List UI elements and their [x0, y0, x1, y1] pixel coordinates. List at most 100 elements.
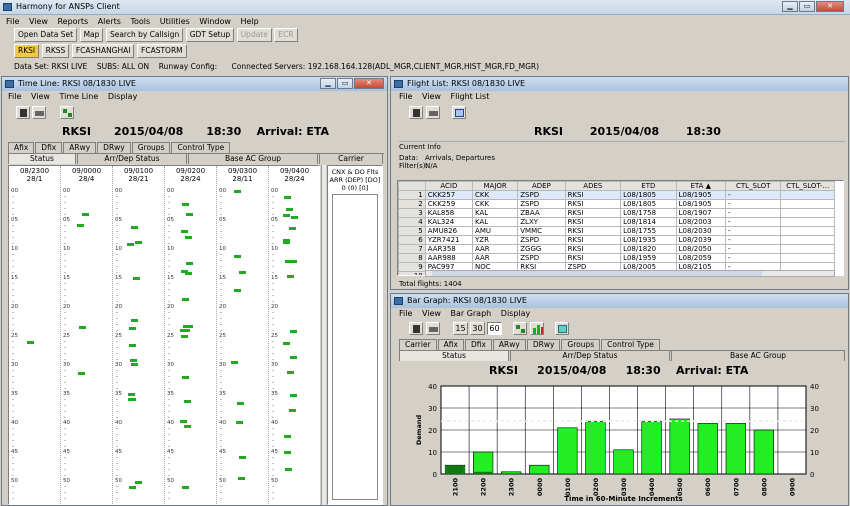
- bg-subtab-status[interactable]: Status: [399, 350, 509, 361]
- menu-help[interactable]: Help: [240, 17, 258, 26]
- flight-marker[interactable]: [78, 371, 86, 375]
- flight-marker[interactable]: [129, 397, 137, 401]
- flight-marker[interactable]: [283, 239, 290, 243]
- save-icon[interactable]: [409, 322, 423, 335]
- flight-marker[interactable]: [283, 342, 291, 346]
- flight-marker[interactable]: [27, 341, 35, 344]
- bargraph-menu-bargraph[interactable]: Bar Graph: [450, 309, 491, 318]
- interval-15-button[interactable]: 15: [453, 322, 468, 335]
- flight-marker[interactable]: [236, 421, 244, 425]
- interval-60-button[interactable]: 60: [487, 322, 502, 335]
- bargraph-menu-view[interactable]: View: [422, 309, 441, 318]
- col-adep[interactable]: ADEP: [517, 181, 566, 191]
- flight-marker[interactable]: [185, 235, 193, 239]
- flight-marker[interactable]: [130, 225, 138, 229]
- tab-afix[interactable]: Afix: [8, 142, 35, 153]
- col-major[interactable]: MAJOR: [472, 181, 519, 191]
- flight-marker[interactable]: [289, 227, 297, 231]
- subtab-status[interactable]: Status: [8, 153, 76, 164]
- flightlist-menu-file[interactable]: File: [399, 92, 412, 101]
- timeline-menu-display[interactable]: Display: [108, 92, 138, 101]
- table-row[interactable]: 1 CKK257 CKK ZSPD RKSI L08/1805 L08/1905-: [398, 190, 835, 200]
- subtab-arr-dep-status[interactable]: Arr/Dep Status: [77, 153, 187, 164]
- search-by-callsign-button[interactable]: Search by Callsign: [105, 28, 184, 42]
- table-row[interactable]: 6 YZR7421 YZR ZSPD RKSI L08/1935 L08/2039-: [398, 235, 835, 245]
- chart-mode-icon[interactable]: [513, 322, 527, 335]
- flight-marker[interactable]: [129, 358, 137, 362]
- flight-marker[interactable]: [184, 424, 192, 428]
- table-row[interactable]: 3 KAL858 KAL ZBAA RKSI L08/1758 L08/1907-: [398, 208, 835, 218]
- flight-marker[interactable]: [286, 371, 294, 375]
- flight-marker[interactable]: [238, 271, 246, 275]
- flight-marker[interactable]: [237, 477, 245, 481]
- flight-marker[interactable]: [285, 259, 293, 263]
- table-row[interactable]: 2 CKK259 CKK ZSPD RKSI L08/1805 L08/1905-: [398, 199, 835, 209]
- flight-marker[interactable]: [238, 455, 246, 459]
- bar-chart-icon[interactable]: [530, 322, 544, 335]
- flight-marker[interactable]: [231, 361, 239, 365]
- flight-marker[interactable]: [285, 207, 293, 211]
- flightlist-menu-flightlist[interactable]: Flight List: [450, 92, 489, 101]
- tab-groups[interactable]: Groups: [131, 142, 171, 153]
- menu-tools[interactable]: Tools: [130, 17, 150, 26]
- timeline-scrollbar[interactable]: [321, 165, 326, 505]
- flight-marker[interactable]: [234, 255, 242, 259]
- print-icon[interactable]: [426, 106, 440, 119]
- flight-marker[interactable]: [186, 262, 194, 266]
- flight-marker[interactable]: [289, 355, 297, 359]
- tab-control-type[interactable]: Control Type: [171, 142, 231, 153]
- dataset-fcastorm-button[interactable]: FCASTORM: [137, 44, 187, 58]
- columns-icon[interactable]: [452, 106, 466, 119]
- flight-marker[interactable]: [290, 215, 298, 219]
- flight-marker[interactable]: [180, 334, 188, 338]
- flight-marker[interactable]: [128, 486, 136, 490]
- tab-drwy[interactable]: DRwy: [97, 142, 131, 153]
- timeline-menu-file[interactable]: File: [8, 92, 21, 101]
- timeline-minimize-button[interactable]: ▁: [320, 78, 336, 89]
- flight-marker[interactable]: [288, 408, 296, 412]
- flight-marker[interactable]: [236, 401, 244, 405]
- col-ctl-slot[interactable]: CTL_SLOT: [724, 181, 782, 191]
- flight-marker[interactable]: [128, 343, 136, 347]
- save-icon[interactable]: [409, 106, 423, 119]
- flight-marker[interactable]: [127, 393, 135, 397]
- refresh-icon[interactable]: [555, 322, 569, 335]
- col-eta[interactable]: ETA ▲: [675, 181, 726, 191]
- flight-marker[interactable]: [284, 434, 292, 438]
- menu-reports[interactable]: Reports: [57, 17, 88, 26]
- gdt-setup-button[interactable]: GDT Setup: [185, 28, 235, 42]
- timeline-menu-view[interactable]: View: [31, 92, 50, 101]
- menu-file[interactable]: File: [6, 17, 19, 26]
- bg-tab-arwy[interactable]: ARwy: [492, 339, 526, 350]
- dataset-rksi-button[interactable]: RKSI: [14, 44, 40, 58]
- bargraph-menu-display[interactable]: Display: [501, 309, 531, 318]
- flight-marker[interactable]: [134, 241, 142, 245]
- flight-marker[interactable]: [233, 288, 241, 292]
- print-icon[interactable]: [32, 106, 46, 119]
- timeline-maximize-button[interactable]: ▭: [337, 78, 353, 89]
- app-maximize-button[interactable]: ▭: [799, 1, 815, 12]
- app-minimize-button[interactable]: ▁: [782, 1, 798, 12]
- ecr-button[interactable]: ECR: [274, 28, 298, 42]
- open-data-set-button[interactable]: Open Data Set: [14, 28, 78, 42]
- flight-marker[interactable]: [79, 326, 87, 330]
- flight-marker[interactable]: [185, 324, 193, 328]
- flight-marker[interactable]: [289, 330, 297, 334]
- flight-marker[interactable]: [131, 318, 139, 322]
- flight-marker[interactable]: [285, 467, 293, 471]
- bargraph-menu-file[interactable]: File: [399, 309, 412, 318]
- bg-tab-groups[interactable]: Groups: [561, 339, 601, 350]
- flight-marker[interactable]: [127, 242, 135, 246]
- table-row[interactable]: 7 AAR358 AAR ZGGG RKSI L08/1820 L08/2050-: [398, 244, 835, 254]
- table-row[interactable]: 8 AAR988 AAR ZSPD RKSI L08/1959 L08/2059-: [398, 253, 835, 263]
- flight-marker[interactable]: [182, 328, 190, 332]
- col-etd[interactable]: ETD: [620, 181, 677, 191]
- flight-marker[interactable]: [181, 297, 189, 301]
- dataset-fcashanghai-button[interactable]: FCASHANGHAI: [71, 44, 135, 58]
- flight-marker[interactable]: [180, 419, 188, 423]
- map-button[interactable]: Map: [79, 28, 104, 42]
- bg-tab-dfix[interactable]: Dfix: [464, 339, 492, 350]
- subtab-carrier[interactable]: Carrier: [319, 153, 383, 164]
- timeline-menu-timeline[interactable]: Time Line: [59, 92, 98, 101]
- dataset-rkss-button[interactable]: RKSS: [41, 44, 70, 58]
